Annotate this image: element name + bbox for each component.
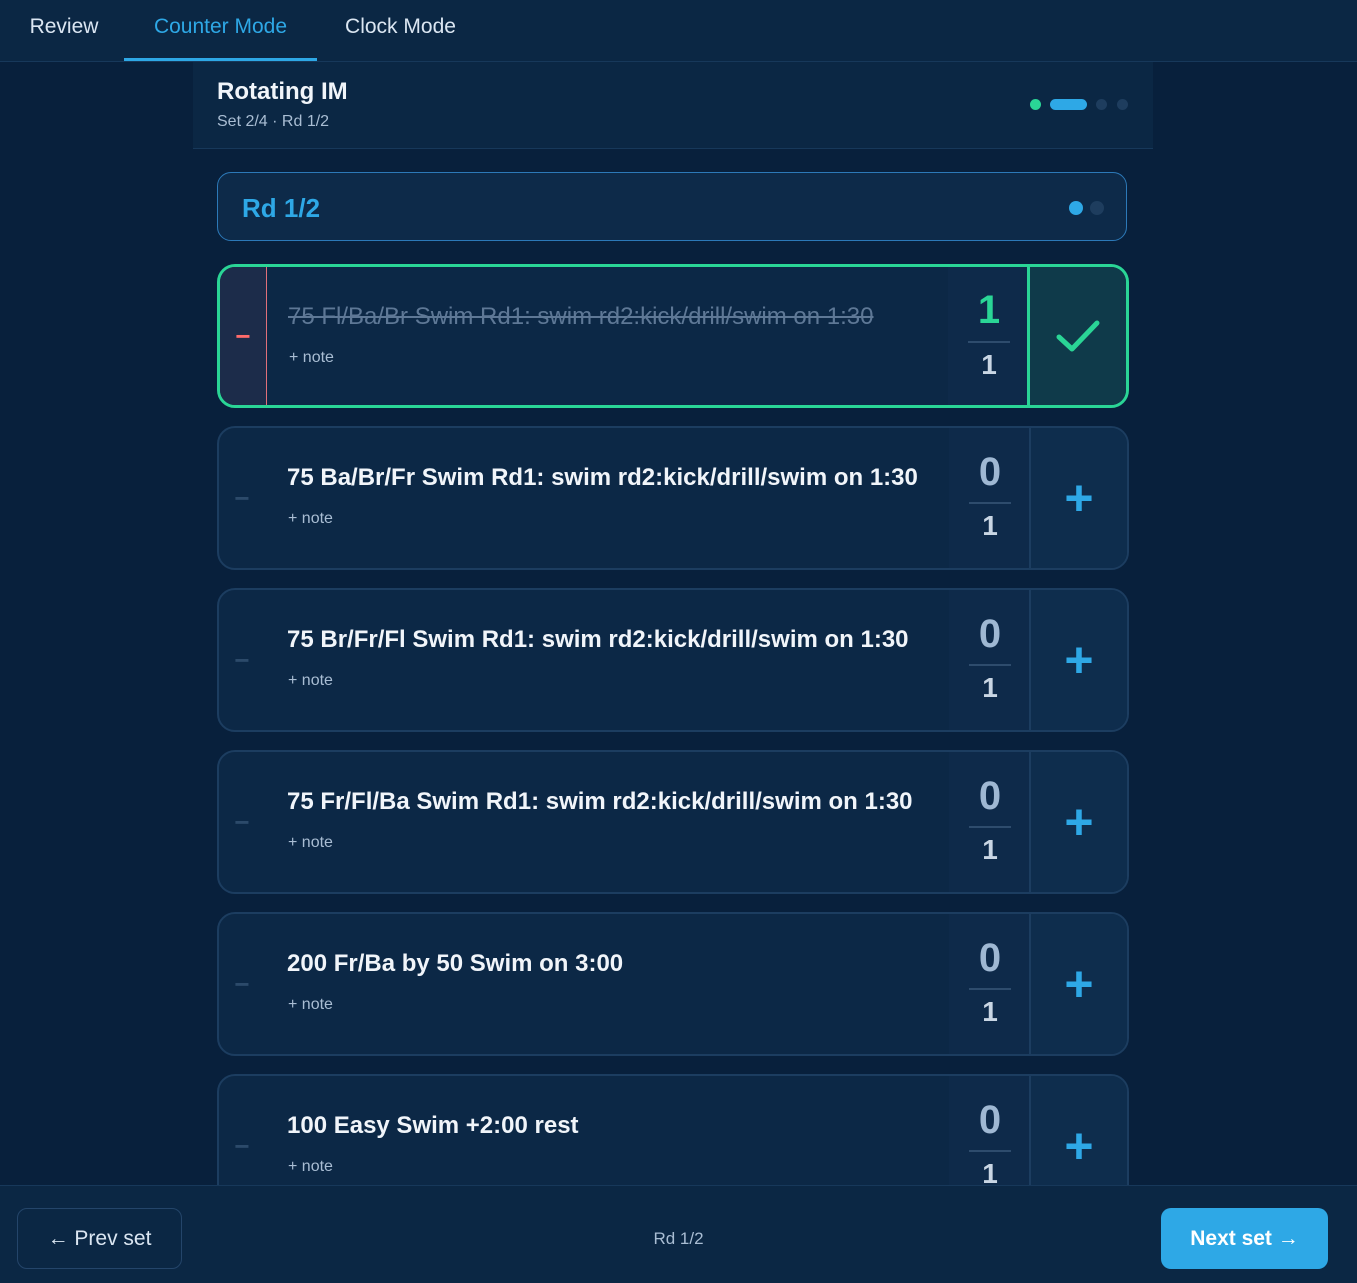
add-note-link[interactable]: + note [288, 1158, 333, 1176]
swim-item-description: 200 Fr/Ba by 50 Swim on 3:00 [287, 950, 624, 977]
rep-counter: 0 1 [949, 590, 1031, 730]
tab-review[interactable]: Review [0, 0, 128, 61]
swim-item-card: − 75 Br/Fr/Fl Swim Rd1: swim rd2:kick/dr… [217, 588, 1129, 732]
reps-total: 1 [982, 510, 998, 541]
swim-item-description: 75 Fl/Ba/Br Swim Rd1: swim rd2:kick/dril… [288, 303, 874, 330]
swim-item-card: − 75 Fr/Fl/Ba Swim Rd1: swim rd2:kick/dr… [217, 750, 1129, 894]
counter-divider [969, 1150, 1011, 1152]
counter-divider [969, 664, 1011, 666]
decrement-button[interactable]: − [219, 752, 265, 892]
plus-icon: + [1064, 632, 1094, 688]
swim-item-card: − 200 Fr/Ba by 50 Swim on 3:00 + note 0 … [217, 912, 1129, 1056]
reps-total: 1 [982, 834, 998, 865]
swim-item-description: 75 Ba/Br/Fr Swim Rd1: swim rd2:kick/dril… [287, 464, 918, 491]
counter-divider [969, 988, 1011, 990]
reps-total: 1 [982, 672, 998, 703]
decrement-button[interactable]: − [219, 428, 265, 568]
complete-button[interactable] [1027, 267, 1126, 405]
set-progress-dot-current [1050, 99, 1087, 110]
set-progress-dot-complete [1030, 99, 1041, 110]
set-progress-dot-pending [1096, 99, 1107, 110]
mode-tab-bar: Review Counter Mode Clock Mode [0, 0, 1357, 62]
increment-button[interactable]: + [1029, 428, 1127, 568]
plus-icon: + [1064, 956, 1094, 1012]
add-note-link[interactable]: + note [289, 349, 334, 367]
decrement-button[interactable]: − [219, 590, 265, 730]
tab-counter-mode[interactable]: Counter Mode [124, 0, 317, 61]
set-progress-dot-pending [1117, 99, 1128, 110]
increment-button[interactable]: + [1029, 914, 1127, 1054]
plus-icon: + [1064, 1118, 1094, 1174]
swim-item-description: 75 Fr/Fl/Ba Swim Rd1: swim rd2:kick/dril… [287, 788, 913, 815]
reps-done: 0 [978, 774, 1002, 818]
footer-round-label: Rd 1/2 [653, 1229, 704, 1248]
reps-done: 1 [977, 288, 1001, 332]
round-panel: Rd 1/2 [217, 172, 1127, 241]
swim-item-description: 75 Br/Fr/Fl Swim Rd1: swim rd2:kick/dril… [287, 626, 909, 653]
reps-done: 0 [978, 612, 1002, 656]
set-subtitle: Set 2/4 · Rd 1/2 [217, 113, 330, 130]
increment-button[interactable]: + [1029, 752, 1127, 892]
rep-counter: 0 1 [949, 428, 1031, 568]
counter-divider [969, 502, 1011, 504]
reps-total: 1 [981, 349, 997, 380]
counter-divider [969, 826, 1011, 828]
footer-bar: ← Prev set Rd 1/2 Next set → [0, 1185, 1357, 1283]
add-note-link[interactable]: + note [288, 834, 333, 852]
set-progress-dots [1029, 99, 1129, 111]
reps-done: 0 [978, 1098, 1002, 1142]
checkmark-icon [1056, 320, 1100, 352]
rep-counter: 0 1 [949, 752, 1031, 892]
next-set-button[interactable]: Next set → [1161, 1208, 1328, 1269]
round-dot-current [1069, 201, 1083, 215]
reps-total: 1 [982, 996, 998, 1027]
reps-done: 0 [978, 936, 1002, 980]
swim-item-card: − 75 Ba/Br/Fr Swim Rd1: swim rd2:kick/dr… [217, 426, 1129, 570]
counter-divider [968, 341, 1010, 343]
rep-counter: 1 1 [948, 267, 1030, 405]
decrement-button[interactable]: − [220, 267, 267, 405]
add-note-link[interactable]: + note [288, 672, 333, 690]
decrement-button[interactable]: − [219, 914, 265, 1054]
tab-clock-mode[interactable]: Clock Mode [317, 0, 484, 61]
round-dot-pending [1090, 201, 1104, 215]
increment-button[interactable]: + [1029, 590, 1127, 730]
set-title: Rotating IM [217, 78, 348, 105]
swim-item-card: − 75 Fl/Ba/Br Swim Rd1: swim rd2:kick/dr… [217, 264, 1129, 408]
add-note-link[interactable]: + note [288, 510, 333, 528]
plus-icon: + [1064, 794, 1094, 850]
reps-done: 0 [978, 450, 1002, 494]
add-note-link[interactable]: + note [288, 996, 333, 1014]
plus-icon: + [1064, 470, 1094, 526]
swim-item-description: 100 Easy Swim +2:00 rest [287, 1112, 579, 1139]
rep-counter: 0 1 [949, 914, 1031, 1054]
set-header: Rotating IM Set 2/4 · Rd 1/2 [193, 62, 1153, 149]
round-label: Rd 1/2 [242, 193, 321, 223]
